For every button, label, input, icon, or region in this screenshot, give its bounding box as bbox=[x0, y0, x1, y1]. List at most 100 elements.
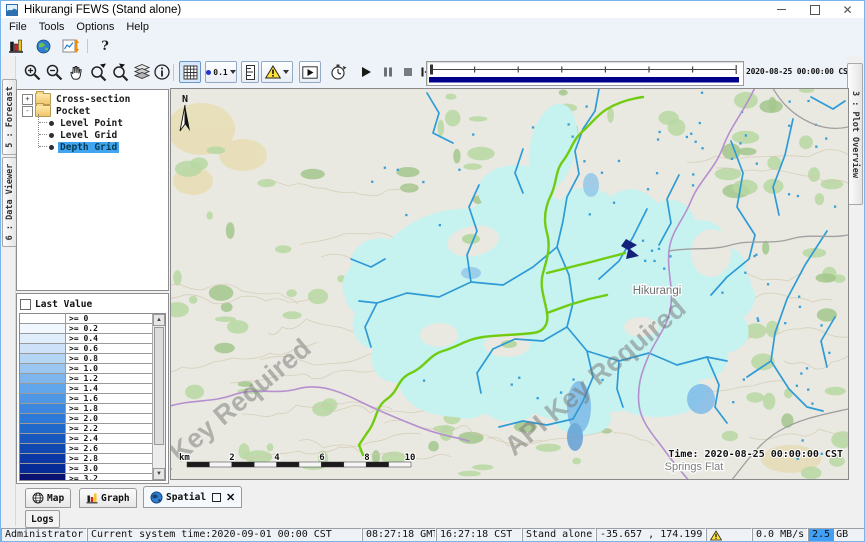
legend-row[interactable]: >= 2.6 bbox=[20, 444, 152, 454]
legend-row[interactable]: >= 1.0 bbox=[20, 364, 152, 374]
legend-swatch bbox=[20, 324, 66, 333]
map-viewport[interactable]: API Key Required API Key Required Hikura… bbox=[170, 88, 849, 480]
map-canvas[interactable]: API Key Required API Key Required Hikura… bbox=[171, 89, 848, 479]
info-button[interactable] bbox=[151, 61, 173, 83]
legend-row[interactable]: >= 2.2 bbox=[20, 424, 152, 434]
menu-tools[interactable]: Tools bbox=[35, 19, 73, 35]
scroll-up-icon[interactable]: ▲ bbox=[153, 314, 165, 326]
last-value-checkbox[interactable] bbox=[20, 299, 31, 310]
legend-row[interactable]: >= 1.4 bbox=[20, 384, 152, 394]
legend-row[interactable]: >= 0 bbox=[20, 314, 152, 324]
play-icon bbox=[359, 65, 373, 79]
title-bar[interactable]: Hikurangi FEWS (Stand alone) ✕ bbox=[1, 1, 864, 18]
zoom-out-button[interactable] bbox=[43, 61, 65, 83]
tab-forecast[interactable]: 5 : Forecast bbox=[2, 79, 17, 155]
grid-display-button[interactable] bbox=[179, 61, 201, 83]
timer-clock-icon bbox=[329, 63, 347, 81]
legend-row[interactable]: >= 0.2 bbox=[20, 324, 152, 334]
close-button[interactable]: ✕ bbox=[831, 1, 864, 18]
animation-timer-button[interactable] bbox=[327, 61, 349, 83]
tree-item-level-point[interactable]: Level Point bbox=[17, 117, 168, 129]
legend-row[interactable]: >= 1.8 bbox=[20, 404, 152, 414]
tab-spatial[interactable]: Spatial ✕ bbox=[143, 486, 242, 508]
zoom-previous-button[interactable] bbox=[87, 61, 109, 83]
zoom-next-button[interactable] bbox=[109, 61, 131, 83]
tab-map[interactable]: Map bbox=[25, 488, 71, 508]
scrollbar-thumb[interactable] bbox=[154, 327, 164, 445]
logs-panel-button[interactable]: Logs bbox=[25, 510, 60, 528]
layer-bullet-icon bbox=[49, 121, 54, 126]
legend-row[interactable]: >= 0.8 bbox=[20, 354, 152, 364]
legend-row[interactable]: >= 2.4 bbox=[20, 434, 152, 444]
legend-row[interactable]: >= 1.2 bbox=[20, 374, 152, 384]
zoom-in-button[interactable] bbox=[21, 61, 43, 83]
legend-swatch bbox=[20, 404, 66, 413]
menu-help[interactable]: Help bbox=[122, 19, 157, 35]
tab-close-icon[interactable]: ✕ bbox=[226, 491, 235, 504]
tab-graph[interactable]: Graph bbox=[79, 488, 137, 508]
tab-data-viewer[interactable]: 6 : Data Viewer bbox=[2, 157, 17, 247]
play-button[interactable] bbox=[355, 61, 377, 83]
minimize-button[interactable] bbox=[765, 1, 798, 18]
tree-item-pocket[interactable]: - Pocket bbox=[17, 105, 168, 117]
tab-plot-overview[interactable]: 3 : Plot Overview bbox=[847, 63, 863, 205]
tree-item-depth-grid[interactable]: Depth Grid bbox=[17, 141, 168, 153]
maximize-button[interactable] bbox=[798, 1, 831, 18]
tree-item-label[interactable]: Level Grid bbox=[58, 130, 119, 141]
tree-item-label-selected[interactable]: Depth Grid bbox=[58, 142, 119, 153]
menu-file[interactable]: File bbox=[5, 19, 35, 35]
legend-row[interactable]: >= 1.6 bbox=[20, 394, 152, 404]
slider-time-label: 2020-08-25 00:00:00 CST bbox=[746, 67, 848, 76]
help-icon: ? bbox=[101, 39, 109, 54]
menu-options[interactable]: Options bbox=[72, 19, 122, 35]
application-window: Hikurangi FEWS (Stand alone) ✕ File Tool… bbox=[0, 0, 865, 542]
time-slider[interactable] bbox=[426, 61, 744, 86]
status-alerts[interactable] bbox=[706, 528, 752, 542]
legend-label: >= 1.6 bbox=[66, 394, 152, 403]
legend-row[interactable]: >= 3.2 bbox=[20, 474, 152, 480]
toolbar-separator bbox=[173, 64, 174, 81]
globe-icon bbox=[150, 491, 163, 504]
place-label-hikurangi: Hikurangi bbox=[633, 285, 682, 297]
contour-threshold-dropdown[interactable]: 0.1 bbox=[205, 61, 237, 83]
map-display-button[interactable] bbox=[33, 37, 53, 55]
expand-plus-icon[interactable]: + bbox=[22, 94, 33, 105]
scale-ruler-button[interactable] bbox=[241, 61, 259, 83]
legend-row[interactable]: >= 0.6 bbox=[20, 344, 152, 354]
collapse-minus-icon[interactable]: - bbox=[22, 106, 33, 117]
legend-swatch bbox=[20, 374, 66, 383]
info-icon bbox=[153, 63, 171, 81]
layer-bullet-icon bbox=[49, 145, 54, 150]
logs-label: Logs bbox=[31, 514, 54, 525]
animation-dialog-button[interactable] bbox=[299, 61, 321, 83]
window-title: Hikurangi FEWS (Stand alone) bbox=[24, 4, 181, 16]
legend-row[interactable]: >= 2.0 bbox=[20, 414, 152, 424]
legend-swatch bbox=[20, 354, 66, 363]
scale-tick-label: 4 bbox=[274, 453, 280, 463]
map-toolbar: 0.1 bbox=[15, 56, 848, 90]
legend-row[interactable]: >= 2.8 bbox=[20, 454, 152, 464]
help-button[interactable]: ? bbox=[95, 37, 115, 55]
status-network-speed: 0.0 MB/s bbox=[752, 528, 808, 542]
tree-item-label[interactable]: Pocket bbox=[54, 106, 92, 117]
tree-item-level-grid[interactable]: Level Grid bbox=[17, 129, 168, 141]
legend-label: >= 1.8 bbox=[66, 404, 152, 413]
tab-maximize-icon[interactable] bbox=[212, 493, 221, 502]
legend-label: >= 2.6 bbox=[66, 444, 152, 453]
scroll-down-icon[interactable]: ▼ bbox=[153, 468, 165, 480]
legend-swatch bbox=[20, 384, 66, 393]
tree-item-label[interactable]: Cross-section bbox=[54, 94, 132, 105]
scale-tick-label: 8 bbox=[364, 453, 369, 463]
legend-label: >= 2.8 bbox=[66, 454, 152, 463]
legend-row[interactable]: >= 0.4 bbox=[20, 334, 152, 344]
legend-scrollbar[interactable]: ▲ ▼ bbox=[152, 314, 165, 480]
legend-row[interactable]: >= 3.0 bbox=[20, 464, 152, 474]
left-tab-strip: 5 : Forecast 6 : Data Viewer bbox=[1, 56, 16, 526]
pan-button[interactable] bbox=[65, 61, 87, 83]
timeseries-dialog-button[interactable] bbox=[60, 37, 80, 55]
layers-button[interactable] bbox=[131, 61, 153, 83]
explorer-bars-button[interactable] bbox=[6, 37, 26, 55]
tree-item-label[interactable]: Level Point bbox=[58, 118, 125, 129]
pause-button[interactable] bbox=[377, 61, 399, 83]
thresholds-dropdown[interactable] bbox=[261, 61, 293, 83]
